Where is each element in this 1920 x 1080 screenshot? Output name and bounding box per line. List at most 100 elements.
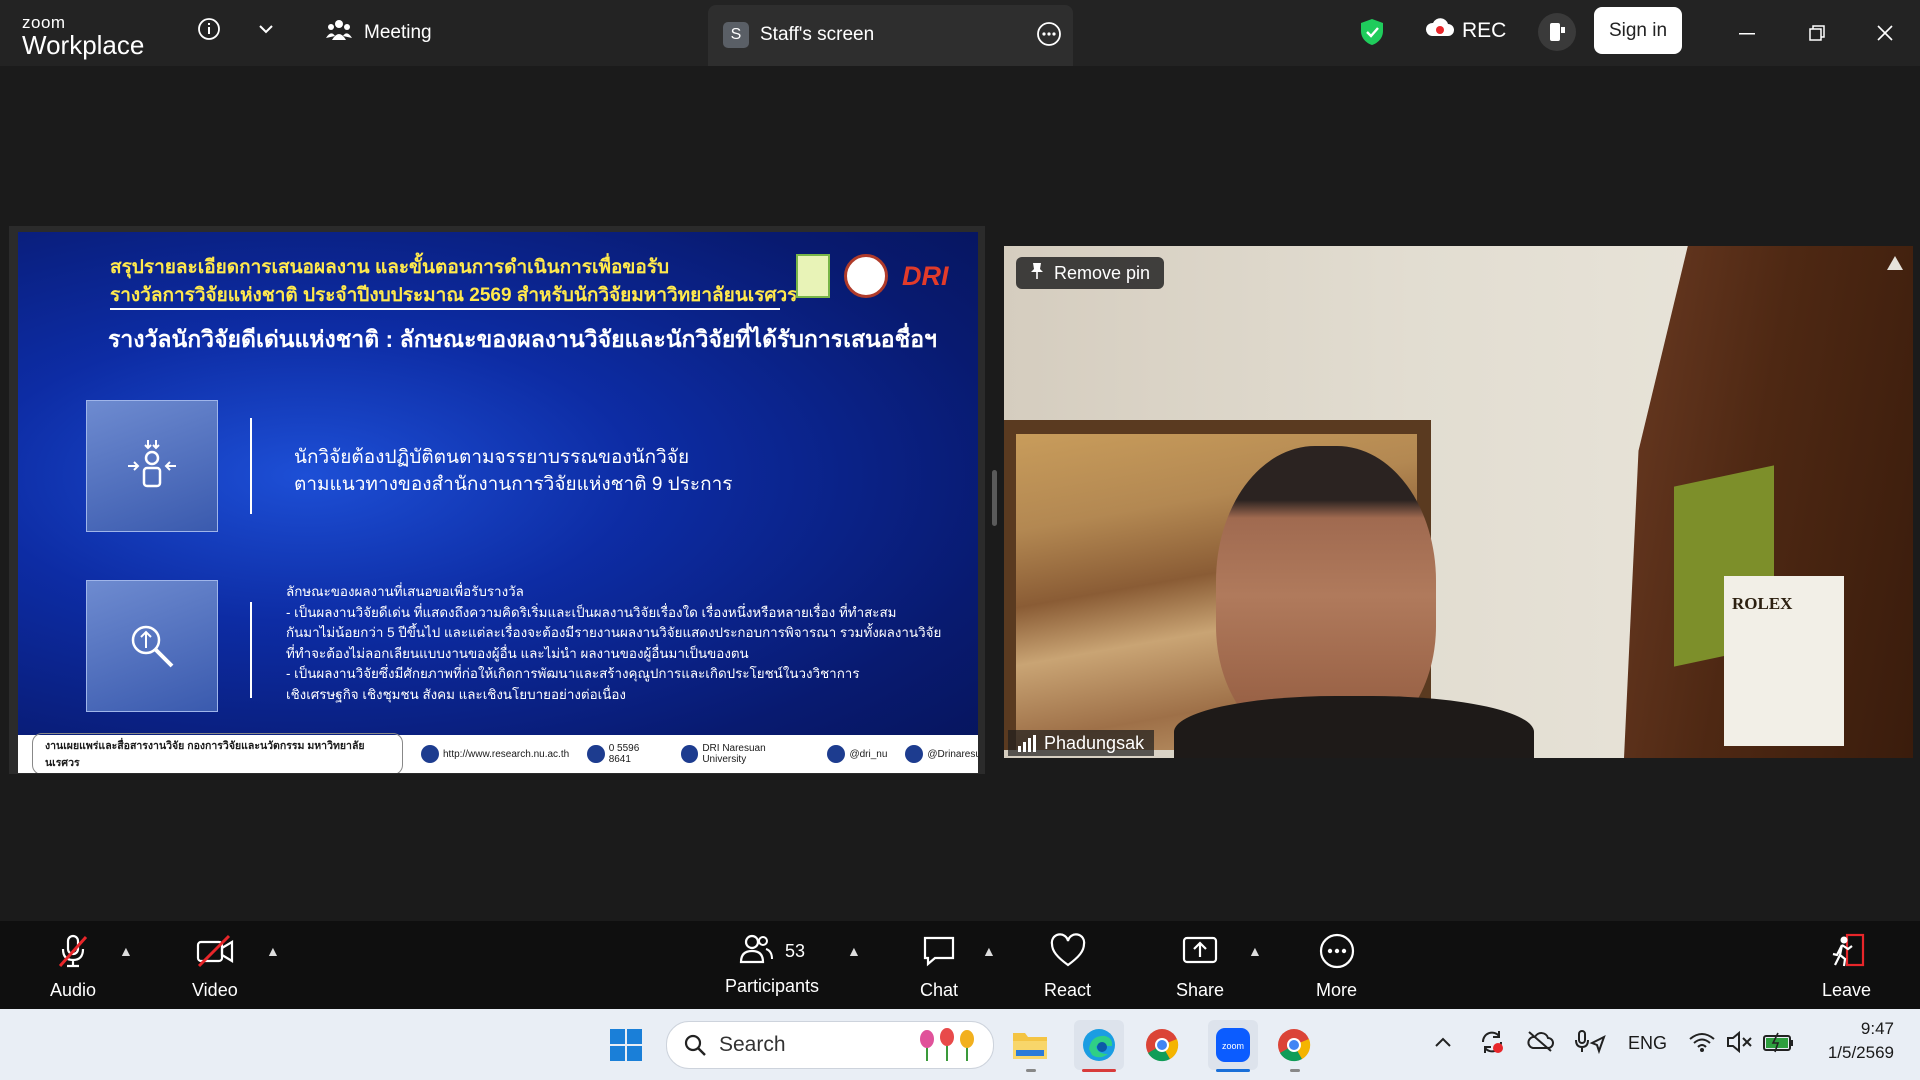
dri-logo: DRI <box>902 260 949 291</box>
audio-label: Audio <box>50 980 97 1000</box>
slide-logos: DRI <box>796 254 949 298</box>
more-options-icon[interactable] <box>1035 20 1063 53</box>
taskbar-search[interactable]: Search <box>666 1021 994 1069</box>
rec-label: REC <box>1462 19 1507 42</box>
university-seal-logo <box>844 254 888 298</box>
zoom-app-icon[interactable]: zoom <box>1208 1020 1258 1070</box>
cloud-record-icon <box>1424 18 1454 44</box>
participant-name-tag: Phadungsak <box>1008 730 1155 756</box>
restore-icon[interactable] <box>1802 18 1832 48</box>
cloud-off-icon[interactable] <box>1526 1029 1554 1058</box>
sync-icon[interactable] <box>1478 1029 1506 1060</box>
chrome-profile-icon[interactable] <box>1274 1025 1314 1065</box>
heart-icon <box>1049 933 1087 974</box>
windows-taskbar: Search zoom ENG 9:47 1/5/2569 <box>0 1009 1920 1080</box>
block2-line: - เป็นผลงานวิจัยซึ่งมีศักยภาพที่ก่อให้เก… <box>286 666 860 681</box>
x-icon <box>905 745 924 763</box>
participants-count: 53 <box>785 941 806 961</box>
react-button[interactable]: React <box>1044 933 1091 1001</box>
footer-phone-text: 0 5596 8641 <box>608 743 640 765</box>
watch-box-text: ROLEX <box>1732 594 1793 613</box>
show-hidden-icons-icon[interactable] <box>1434 1033 1452 1054</box>
participants-icon-row: 53 <box>739 933 805 970</box>
line-icon <box>827 745 846 763</box>
info-icon[interactable] <box>194 14 224 44</box>
slide-heading: รางวัลนักวิจัยดีเด่นแห่งชาติ : ลักษณะของ… <box>108 326 937 352</box>
participants-options-caret-icon[interactable]: ▲ <box>847 943 861 959</box>
chat-icon <box>921 933 957 974</box>
video-off-icon <box>195 933 235 974</box>
chat-button[interactable]: Chat <box>920 933 958 1001</box>
apps-icon[interactable] <box>1538 13 1576 51</box>
audio-button[interactable]: Audio <box>50 933 96 1001</box>
nrct-logo <box>796 254 830 298</box>
battery-charging-icon[interactable] <box>1762 1031 1796 1058</box>
block1-line1: นักวิจัยต้องปฏิบัติตนตามจรรยาบรรณของนักว… <box>294 447 690 468</box>
footer-org: งานเผยแพร่และสื่อสารงานวิจัย กองการวิจัย… <box>32 733 403 773</box>
participant-video[interactable]: ROLEX Remove pin Phadungsak <box>1004 246 1913 758</box>
volume-muted-icon[interactable] <box>1726 1030 1754 1058</box>
share-button[interactable]: Share <box>1176 933 1224 1001</box>
minimize-icon[interactable] <box>1732 18 1762 48</box>
close-icon[interactable] <box>1870 18 1900 48</box>
tulips-icon <box>917 1027 983 1063</box>
leave-button[interactable]: Leave <box>1822 933 1871 1001</box>
remove-pin-label: Remove pin <box>1054 262 1151 283</box>
remove-pin-button[interactable]: Remove pin <box>1016 257 1165 289</box>
more-button[interactable]: More <box>1316 933 1357 1001</box>
participants-button[interactable]: 53 Participants <box>725 933 819 997</box>
shield-check-icon[interactable] <box>1356 16 1388 48</box>
tab-meeting-label: Meeting <box>364 22 432 43</box>
participant-name: Phadungsak <box>1044 732 1145 753</box>
research-search-icon <box>86 580 218 712</box>
share-options-caret-icon[interactable]: ▲ <box>1248 943 1262 959</box>
chrome-icon[interactable] <box>1142 1025 1182 1065</box>
cloud-recording-indicator[interactable]: REC <box>1424 18 1506 44</box>
running-indicator <box>1026 1069 1036 1072</box>
microphone-muted-icon <box>55 933 91 974</box>
clock-time: 9:47 <box>1860 1019 1894 1038</box>
video-button[interactable]: Video <box>192 933 238 1001</box>
slide-title-line2: รางวัลการวิจัยแห่งชาติ ประจำปีงบประมาณ 2… <box>110 285 798 306</box>
researcher-ethics-icon <box>86 400 218 532</box>
chevron-down-icon[interactable] <box>251 14 281 44</box>
footer-web: http://www.research.nu.ac.th <box>421 745 569 763</box>
more-icon <box>1318 933 1356 974</box>
block1-line2: ตามแนวทางของสำนักงานการวิจัยแห่งชาติ 9 ป… <box>294 474 733 495</box>
block2-line: - เป็นผลงานวิจัยดีเด่น ที่แสดงถึงความคิด… <box>286 604 897 620</box>
footer-x: @Drinaresuan <box>905 745 978 763</box>
language-indicator[interactable]: ENG <box>1628 1033 1667 1054</box>
more-label: More <box>1316 980 1358 1000</box>
location-mic-icon[interactable] <box>1574 1029 1606 1060</box>
chat-options-caret-icon[interactable]: ▲ <box>982 943 996 959</box>
people-icon <box>326 18 352 48</box>
sign-in-button[interactable]: Sign in <box>1594 7 1682 54</box>
edge-icon[interactable] <box>1074 1020 1124 1070</box>
share-screen-icon <box>1181 933 1219 974</box>
video-label: Video <box>192 980 238 1000</box>
resize-handle[interactable] <box>992 470 997 526</box>
active-indicator <box>1082 1069 1116 1072</box>
windows-start-icon[interactable] <box>606 1025 646 1065</box>
zoom-logo: zoom Workplace <box>22 14 144 58</box>
system-clock[interactable]: 9:47 1/5/2569 <box>1828 1017 1894 1065</box>
tab-shared-screen[interactable]: S Staff's screen <box>708 5 1073 68</box>
globe-icon <box>421 745 439 763</box>
signal-strength-icon <box>1018 734 1036 752</box>
shared-slide: สรุปรายละเอียดการเสนอผลงาน และขั้นตอนการ… <box>18 232 978 773</box>
footer-phone: 0 5596 8641 <box>587 743 663 765</box>
svg-text:zoom: zoom <box>1222 1041 1244 1051</box>
audio-options-caret-icon[interactable]: ▲ <box>119 943 133 959</box>
shared-screen-avatar: S <box>723 22 749 48</box>
leave-label: Leave <box>1822 980 1872 1000</box>
phone-icon <box>587 745 605 763</box>
file-explorer-icon[interactable] <box>1010 1025 1050 1065</box>
shared-screen-label: Staff's screen <box>760 24 875 45</box>
tab-meeting[interactable]: Meeting <box>326 14 432 52</box>
slide-footer: งานเผยแพร่และสื่อสารงานวิจัย กองการวิจัย… <box>18 733 978 773</box>
wifi-icon[interactable] <box>1688 1031 1716 1058</box>
divider-line <box>250 418 252 514</box>
chat-label: Chat <box>920 980 959 1000</box>
video-options-caret-icon[interactable]: ▲ <box>266 943 280 959</box>
footer-line-text: @dri_nu <box>849 748 888 760</box>
